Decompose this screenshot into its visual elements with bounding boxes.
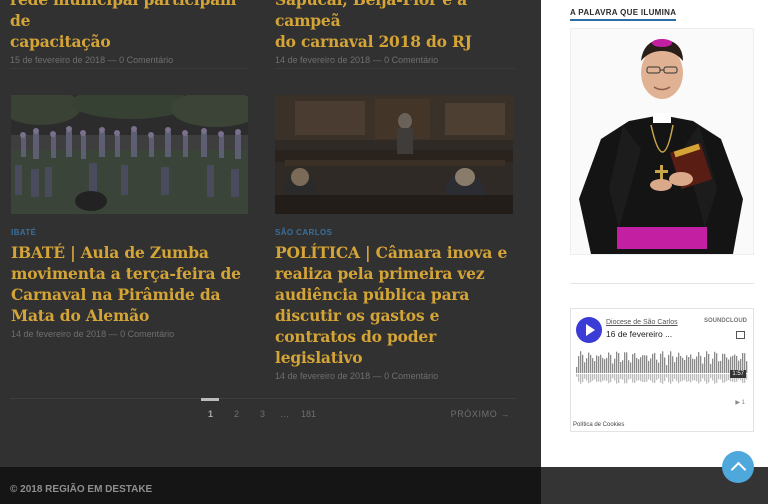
post-title-line[interactable]: do carnaval 2018 do RJ [275,31,520,52]
sc-artist-link[interactable]: Diocese de São Carlos [606,319,678,326]
divider [570,283,754,284]
page-link[interactable]: 3 [260,409,265,419]
post-meta: 14 de fevereiro de 2018 — 0 Comentário [275,371,439,381]
sc-track-title[interactable]: 16 de fevereiro ... [606,329,672,339]
share-icon[interactable] [736,331,745,339]
waveform[interactable] [576,347,748,391]
back-to-top-button[interactable] [722,451,754,483]
post-title[interactable]: POLÍTICA | Câmara inova e realiza pela p… [275,242,513,368]
post-thumbnail[interactable] [275,95,513,214]
chamber-photo [275,95,513,214]
post-card: SÃO CARLOS POLÍTICA | Câmara inova e rea… [275,95,513,381]
widget-title: A PALAVRA QUE ILUMINA [570,8,676,21]
post-meta: 15 de fevereiro de 2018 — 0 Comentário [10,55,174,65]
post-meta: 14 de fevereiro de 2018 — 0 Comentário [275,55,439,65]
sidebar: A PALAVRA QUE ILUMINA Diocese de São Car… [541,0,768,467]
zumba-photo [11,95,248,214]
post-card: Sapucaí, Beija-Flor é a campeã do carnav… [275,0,520,65]
bishop-illustration [571,29,753,254]
footer: © 2018 REGIÃO EM DESTAKE [0,467,541,504]
next-page-link[interactable]: PRÓXIMO → [451,409,510,419]
main-content: rede municipal participam de capacitação… [0,0,541,467]
post-title-line[interactable]: capacitação [10,31,250,52]
cookie-policy-link[interactable]: Política de Cookies [573,422,624,428]
soundcloud-logo[interactable]: SOUNDCLOUD [704,318,747,324]
post-title-line[interactable]: Sapucaí, Beija-Flor é a campeã [275,0,520,31]
post-title[interactable]: rede municipal participam de capacitação [10,0,250,52]
post-title[interactable]: IBATÉ | Aula de Zumba movimenta a terça-… [11,242,248,326]
post-title[interactable]: Sapucaí, Beija-Flor é a campeã do carnav… [275,0,520,52]
play-icon[interactable] [576,317,602,343]
page-link-current[interactable]: 1 [200,398,220,419]
play-count: ▶ 1 [735,400,745,406]
post-title-line[interactable]: rede municipal participam de [10,0,250,31]
post-meta: 14 de fevereiro de 2018 — 0 Comentário [11,329,175,339]
track-duration: 1:57 [730,370,746,378]
divider [10,68,247,69]
post-thumbnail[interactable] [11,95,248,214]
bishop-photo [570,28,754,255]
page-ellipsis: … [280,409,289,419]
divider [275,68,515,69]
footer-copyright: © 2018 REGIÃO EM DESTAKE [10,484,153,495]
soundcloud-player: Diocese de São Carlos 16 de fevereiro ..… [570,308,754,432]
post-card: rede municipal participam de capacitação… [10,0,250,65]
post-category[interactable]: IBATÉ [11,228,248,237]
page-link[interactable]: 181 [301,409,316,419]
pagination: 1 2 3 … 181 PRÓXIMO → [10,398,516,428]
post-category[interactable]: SÃO CARLOS [275,228,513,237]
page-link[interactable]: 2 [234,409,239,419]
post-card: IBATÉ IBATÉ | Aula de Zumba movimenta a … [11,95,248,339]
